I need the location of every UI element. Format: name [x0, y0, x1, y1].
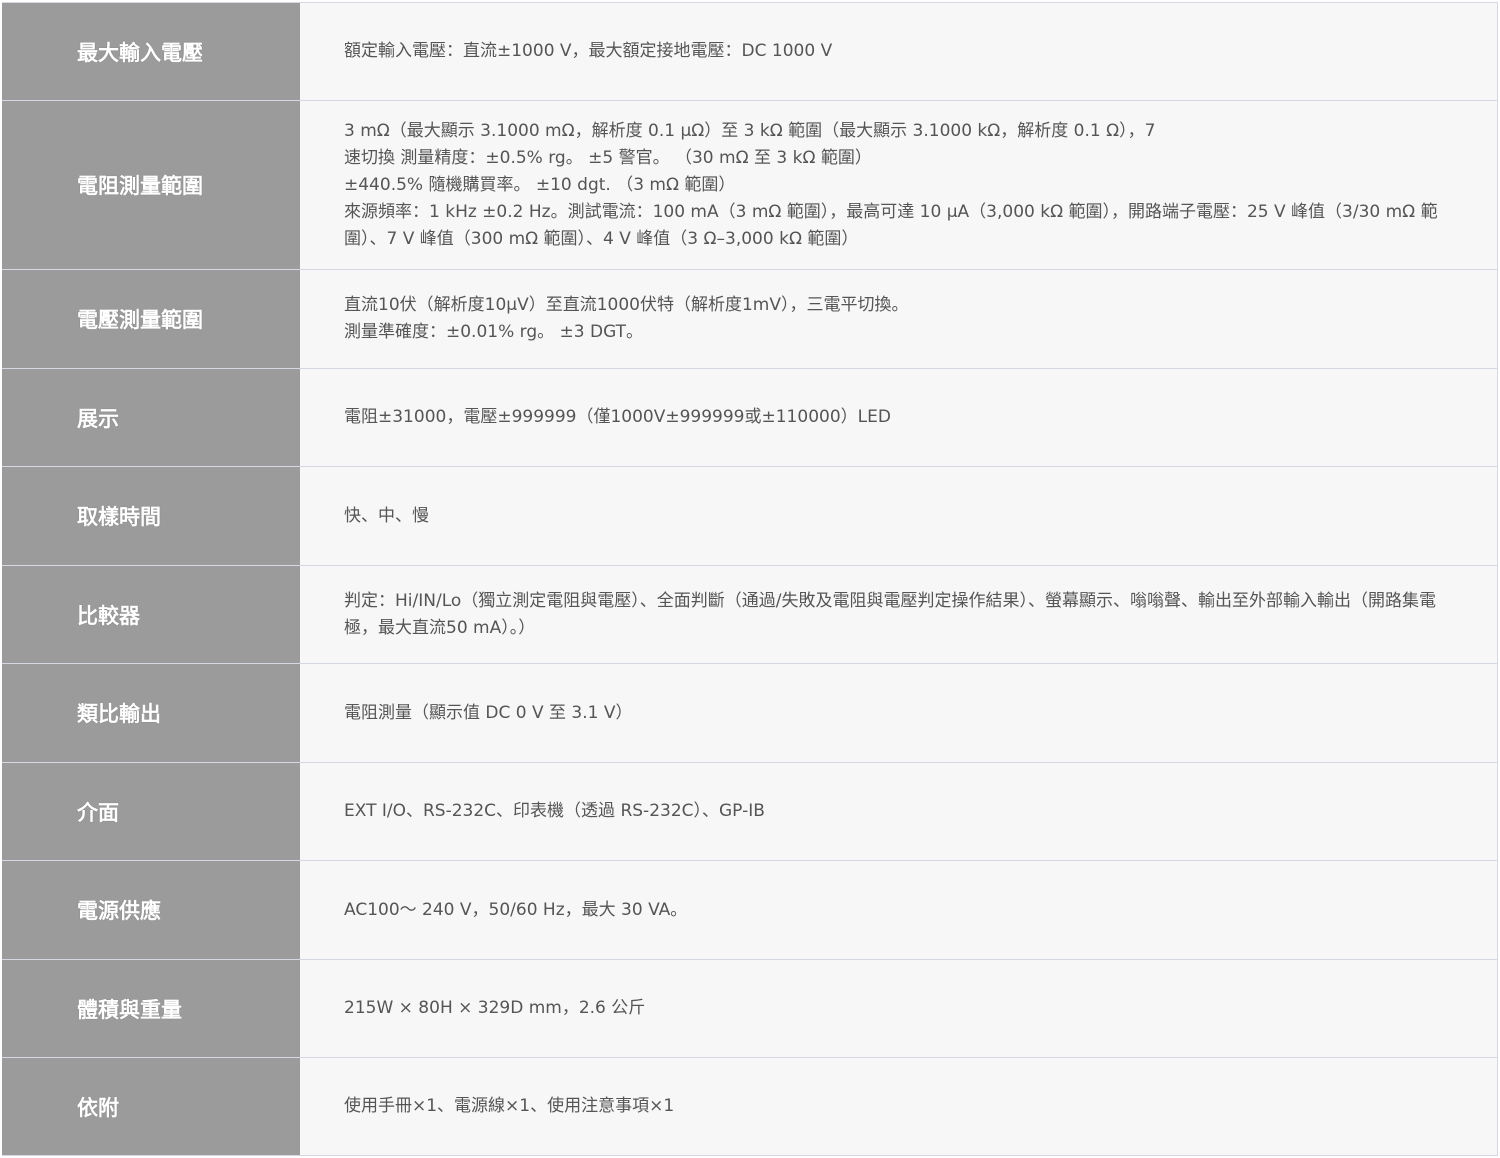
- spec-row-max-input-voltage: 最大輸入電壓 額定輸入電壓：直流±1000 V，最大額定接地電壓：DC 1000…: [2, 2, 1498, 101]
- spec-value-line: AC100～ 240 V，50/60 Hz，最大 30 VA。: [344, 899, 688, 920]
- spec-label: 最大輸入電壓: [2, 2, 300, 101]
- spec-label: 電阻測量範圍: [2, 100, 300, 270]
- spec-value-line: 測量準確度：±0.01% rg。 ±3 DGT。: [344, 322, 644, 342]
- spec-label: 展示: [2, 368, 300, 467]
- spec-row-sampling-time: 取樣時間 快、中、慢: [2, 466, 1498, 566]
- spec-value: 判定：Hi/IN/Lo（獨立測定電阻與電壓）、全面判斷（通過/失敗及電阻與電壓判…: [300, 565, 1498, 664]
- spec-row-display: 展示 電阻±31000，電壓±999999（僅1000V±999999或±110…: [2, 368, 1498, 467]
- spec-label: 體積與重量: [2, 959, 300, 1058]
- spec-label: 電壓測量範圍: [2, 269, 300, 369]
- spec-value-line: 來源頻率：1 kHz ±0.2 Hz。測試電流：100 mA（3 mΩ 範圍），…: [344, 201, 1438, 249]
- spec-label: 電源供應: [2, 860, 300, 960]
- spec-value: 直流10伏（解析度10μV）至直流1000伏特（解析度1mV），三電平切換。 測…: [300, 269, 1498, 369]
- spec-value-line: 電阻測量（顯示值 DC 0 V 至 3.1 V）: [344, 702, 633, 723]
- spec-value-line: 額定輸入電壓：直流±1000 V，最大額定接地電壓：DC 1000 V: [344, 41, 833, 61]
- spec-value: 電阻±31000，電壓±999999（僅1000V±999999或±110000…: [300, 368, 1498, 467]
- spec-row-comparator: 比較器 判定：Hi/IN/Lo（獨立測定電阻與電壓）、全面判斷（通過/失敗及電阻…: [2, 565, 1498, 664]
- spec-value-line: 速切換 測量精度：±0.5% rg。 ±5 警官。 （30 mΩ 至 3 kΩ …: [344, 147, 872, 168]
- spec-row-interface: 介面 EXT I/O、RS-232C、印表機（透過 RS-232C）、GP-IB: [2, 762, 1498, 861]
- spec-label: 取樣時間: [2, 466, 300, 566]
- spec-value-line: 215W × 80H × 329D mm，2.6 公斤: [344, 998, 646, 1018]
- spec-value: 215W × 80H × 329D mm，2.6 公斤: [300, 959, 1498, 1058]
- spec-value: AC100～ 240 V，50/60 Hz，最大 30 VA。: [300, 860, 1498, 960]
- spec-row-power-supply: 電源供應 AC100～ 240 V，50/60 Hz，最大 30 VA。: [2, 860, 1498, 960]
- spec-row-accessories: 依附 使用手冊×1、電源線×1、使用注意事項×1: [2, 1057, 1498, 1156]
- spec-value: 快、中、慢: [300, 466, 1498, 566]
- spec-value: 電阻測量（顯示值 DC 0 V 至 3.1 V）: [300, 663, 1498, 763]
- spec-value: 使用手冊×1、電源線×1、使用注意事項×1: [300, 1057, 1498, 1156]
- spec-value-line: ±440.5% 隨機購買率。 ±10 dgt. （3 mΩ 範圍）: [344, 174, 736, 195]
- spec-value: 額定輸入電壓：直流±1000 V，最大額定接地電壓：DC 1000 V: [300, 2, 1498, 101]
- spec-label: 介面: [2, 762, 300, 861]
- spec-value-line: 直流10伏（解析度10μV）至直流1000伏特（解析度1mV），三電平切換。: [344, 295, 909, 315]
- spec-row-dimensions-weight: 體積與重量 215W × 80H × 329D mm，2.6 公斤: [2, 959, 1498, 1058]
- spec-value-line: 判定：Hi/IN/Lo（獨立測定電阻與電壓）、全面判斷（通過/失敗及電阻與電壓判…: [344, 590, 1436, 638]
- spec-label: 依附: [2, 1057, 300, 1156]
- spec-row-analog-output: 類比輸出 電阻測量（顯示值 DC 0 V 至 3.1 V）: [2, 663, 1498, 763]
- spec-value-line: 電阻±31000，電壓±999999（僅1000V±999999或±110000…: [344, 407, 891, 427]
- spec-row-voltage-range: 電壓測量範圍 直流10伏（解析度10μV）至直流1000伏特（解析度1mV），三…: [2, 269, 1498, 369]
- spec-value-line: 使用手冊×1、電源線×1、使用注意事項×1: [344, 1096, 675, 1116]
- spec-value-line: EXT I/O、RS-232C、印表機（透過 RS-232C）、GP-IB: [344, 801, 765, 821]
- spec-table: 最大輸入電壓 額定輸入電壓：直流±1000 V，最大額定接地電壓：DC 1000…: [2, 2, 1498, 1156]
- spec-value: 3 mΩ（最大顯示 3.1000 mΩ，解析度 0.1 μΩ）至 3 kΩ 範圍…: [300, 100, 1498, 270]
- spec-value: EXT I/O、RS-232C、印表機（透過 RS-232C）、GP-IB: [300, 762, 1498, 861]
- spec-label: 比較器: [2, 565, 300, 664]
- spec-label: 類比輸出: [2, 663, 300, 763]
- spec-value-line: 3 mΩ（最大顯示 3.1000 mΩ，解析度 0.1 μΩ）至 3 kΩ 範圍…: [344, 120, 1156, 141]
- spec-value-line: 快、中、慢: [344, 505, 429, 526]
- spec-row-resistance-range: 電阻測量範圍 3 mΩ（最大顯示 3.1000 mΩ，解析度 0.1 μΩ）至 …: [2, 100, 1498, 270]
